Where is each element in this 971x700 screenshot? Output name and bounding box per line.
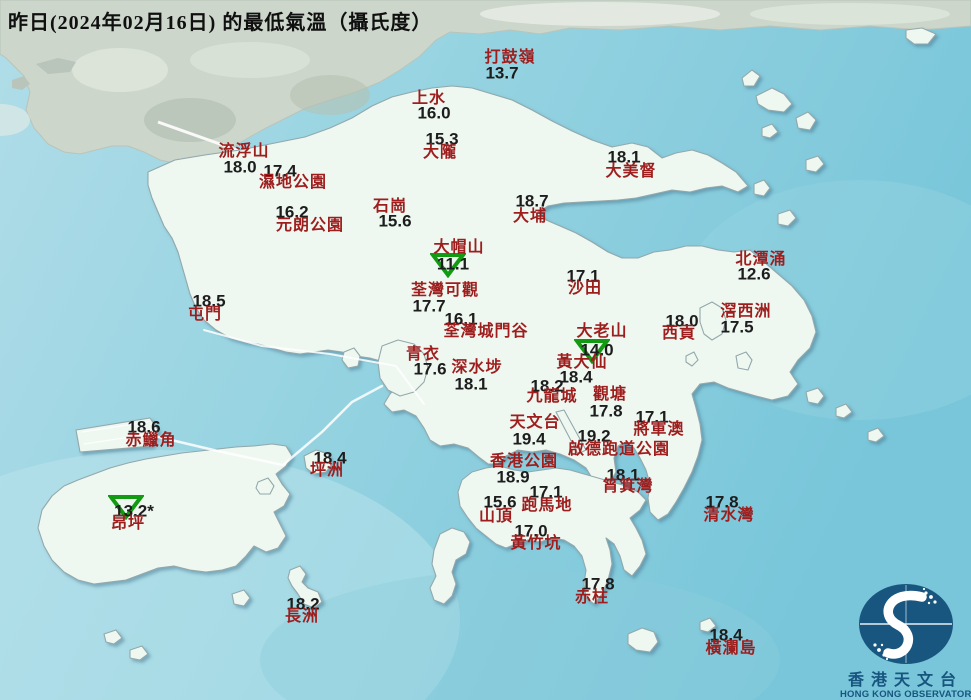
station-name: 石崗 bbox=[372, 198, 408, 215]
station-name: 昂坪 bbox=[110, 515, 146, 532]
station-value: 13.7 bbox=[485, 63, 519, 83]
hko-logo-emblem bbox=[858, 584, 953, 664]
station-name: 打鼓嶺 bbox=[484, 49, 536, 66]
station-name: 跑馬地 bbox=[521, 497, 573, 514]
station-name: 北潭涌 bbox=[735, 251, 787, 268]
station-name: 坪洲 bbox=[309, 462, 345, 479]
station-name: 香港公園 bbox=[489, 453, 559, 470]
station-value: 17.6 bbox=[413, 359, 447, 379]
map-title: 昨日(2024年02月16日) 的最低氣溫（攝氏度） bbox=[8, 12, 433, 34]
station-name: 筲箕灣 bbox=[602, 478, 654, 495]
station-name: 大帽山 bbox=[433, 239, 485, 256]
station-name: 赤鱲角 bbox=[125, 432, 177, 449]
station-name: 長洲 bbox=[284, 608, 320, 625]
weather-map-screenshot: 昨日(2024年02月16日) 的最低氣溫（攝氏度） 13.7 打鼓嶺 16.0 上水… bbox=[0, 0, 971, 700]
station-value: 18.9 bbox=[496, 467, 530, 487]
station-value: 18.0 bbox=[223, 157, 257, 177]
station-name: 清水灣 bbox=[703, 507, 755, 524]
station-name: 天文台 bbox=[509, 414, 561, 431]
station-name: 元朗公園 bbox=[275, 217, 345, 234]
station-name: 觀塘 bbox=[592, 386, 628, 403]
station-value: 19.4 bbox=[512, 429, 546, 449]
station-name: 大美督 bbox=[605, 163, 657, 180]
station-name: 西貢 bbox=[661, 325, 697, 342]
station-name: 大老山 bbox=[576, 323, 628, 340]
station-value: 15.6 bbox=[378, 211, 412, 231]
station-name: 九龍城 bbox=[526, 388, 578, 405]
station-name: 黃大仙 bbox=[556, 354, 608, 371]
hko-logo-chinese: 香港天文台 bbox=[847, 671, 963, 689]
station-name: 滘西洲 bbox=[720, 303, 772, 320]
station-name: 濕地公園 bbox=[258, 174, 328, 191]
station-name: 大埔 bbox=[512, 208, 548, 225]
station-name: 上水 bbox=[411, 90, 447, 107]
hko-logo-english: HONG KONG OBSERVATORY bbox=[840, 689, 971, 700]
station-name: 荃灣可觀 bbox=[410, 282, 480, 299]
station-name: 青衣 bbox=[405, 346, 441, 363]
station-name: 流浮山 bbox=[218, 143, 270, 160]
hong-kong-map bbox=[0, 0, 971, 700]
station-name: 山頂 bbox=[478, 508, 514, 525]
station-value: 17.8 bbox=[589, 401, 623, 421]
station-value: 16.0 bbox=[417, 103, 451, 123]
station-value: 17.7 bbox=[412, 296, 446, 316]
station-name: 深水埗 bbox=[451, 359, 503, 376]
station-value: 18.7 bbox=[515, 191, 549, 211]
station-name: 赤柱 bbox=[574, 589, 610, 606]
station-value: 18.1 bbox=[454, 374, 488, 394]
station-value: 12.6 bbox=[737, 264, 771, 284]
station-name: 荃灣城門谷 bbox=[443, 323, 529, 340]
station-name: 屯門 bbox=[187, 306, 223, 323]
station-name: 啟德跑道公園 bbox=[567, 441, 671, 458]
station-name: 黃竹坑 bbox=[510, 535, 562, 552]
station-value: 11.1 bbox=[436, 254, 470, 274]
station-name: 沙田 bbox=[567, 280, 603, 297]
station-value: 18.4 bbox=[559, 367, 593, 387]
station-value: 17.5 bbox=[720, 317, 754, 337]
station-name: 大隴 bbox=[422, 144, 458, 161]
station-name: 將軍澳 bbox=[633, 421, 685, 438]
station-name: 橫瀾島 bbox=[705, 640, 757, 657]
hko-logo: 香港天文台 HONG KONG OBSERVATORY bbox=[840, 583, 971, 700]
